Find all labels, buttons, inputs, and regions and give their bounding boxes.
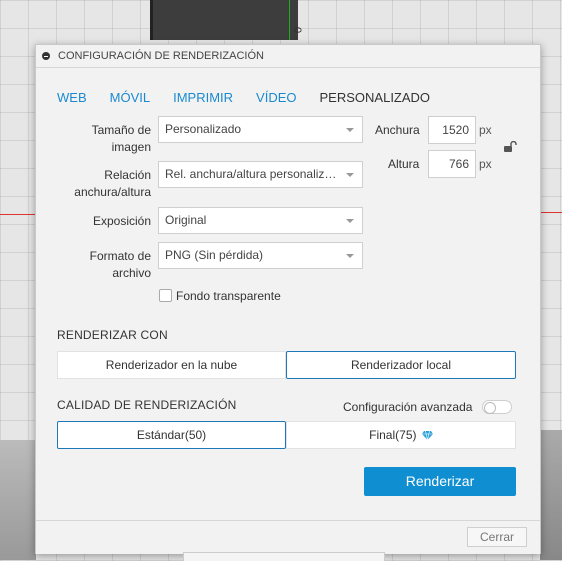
width-input[interactable]: 1520 (428, 116, 476, 144)
aspect-ratio-label: Relación anchura/altura (74, 168, 151, 199)
chevron-down-icon (346, 173, 354, 177)
tab-web[interactable]: WEB (57, 90, 87, 105)
aspect-ratio-select[interactable]: Rel. anchura/altura personaliza... (158, 161, 363, 188)
chevron-down-icon (346, 128, 354, 132)
viewport-x-axis-right (540, 212, 562, 213)
viewport-y-axis (289, 0, 290, 40)
toggle-knob (484, 402, 496, 414)
viewport-shape-right (540, 430, 562, 560)
dialog-title: CONFIGURACIÓN DE RENDERIZACIÓN (58, 50, 264, 62)
exposure-select[interactable]: Original (158, 207, 363, 234)
chevron-down-icon (346, 219, 354, 223)
viewport-shape-left (0, 440, 36, 560)
tab-imprimir[interactable]: IMPRIMIR (173, 90, 233, 105)
advanced-settings-label: Configuración avanzada (343, 400, 473, 414)
cloud-renderer-option[interactable]: Renderizador en la nube (57, 351, 286, 379)
viewport-axis-label: 0 (291, 26, 304, 34)
transparent-bg-checkbox[interactable] (159, 289, 172, 302)
exposure-value: Original (165, 213, 207, 227)
advanced-settings-toggle[interactable] (482, 400, 512, 414)
quality-final-label: Final(75) (369, 428, 417, 442)
exposure-label: Exposición (92, 214, 151, 228)
unlock-icon[interactable] (503, 141, 517, 153)
quality-final-option[interactable]: Final(75) (286, 421, 516, 449)
render-with-title: RENDERIZAR CON (57, 328, 168, 342)
viewport-3d-object (150, 0, 298, 40)
aspect-ratio-value: Rel. anchura/altura personaliza... (165, 167, 342, 181)
local-renderer-option[interactable]: Renderizador local (286, 351, 516, 379)
render-button[interactable]: Renderizar (364, 467, 516, 496)
file-format-label: Formato de archivo (89, 249, 151, 280)
transparent-bg-label: Fondo transparente (176, 289, 281, 303)
height-unit: px (479, 157, 492, 171)
preset-tabs: WEB MÓVIL IMPRIMIR VÍDEO PERSONALIZADO (57, 90, 453, 105)
file-format-select[interactable]: PNG (Sin pérdida) (158, 242, 363, 269)
tab-personalizado[interactable]: PERSONALIZADO (320, 90, 431, 105)
dialog-titlebar[interactable]: CONFIGURACIÓN DE RENDERIZACIÓN (36, 45, 540, 68)
width-unit: px (479, 123, 492, 137)
image-size-label: Tamaño de imagen (91, 123, 151, 154)
close-button[interactable]: Cerrar (467, 527, 527, 547)
diamond-icon (421, 430, 433, 441)
render-settings-dialog: CONFIGURACIÓN DE RENDERIZACIÓN WEB MÓVIL… (35, 44, 541, 554)
tab-video[interactable]: VÍDEO (256, 90, 296, 105)
image-size-value: Personalizado (165, 122, 242, 136)
dialog-footer: Cerrar (36, 520, 540, 554)
height-label: Altura (388, 157, 420, 171)
render-quality-title: CALIDAD DE RENDERIZACIÓN (57, 398, 237, 412)
viewport-x-axis (0, 214, 36, 215)
quality-standard-option[interactable]: Estándar(50) (57, 421, 286, 449)
collapse-icon[interactable] (42, 52, 50, 60)
tab-movil[interactable]: MÓVIL (110, 90, 150, 105)
width-label: Anchura (375, 123, 420, 137)
chevron-down-icon (346, 254, 354, 258)
image-size-select[interactable]: Personalizado (158, 116, 363, 143)
height-input[interactable]: 766 (428, 150, 476, 178)
file-format-value: PNG (Sin pérdida) (165, 248, 264, 262)
